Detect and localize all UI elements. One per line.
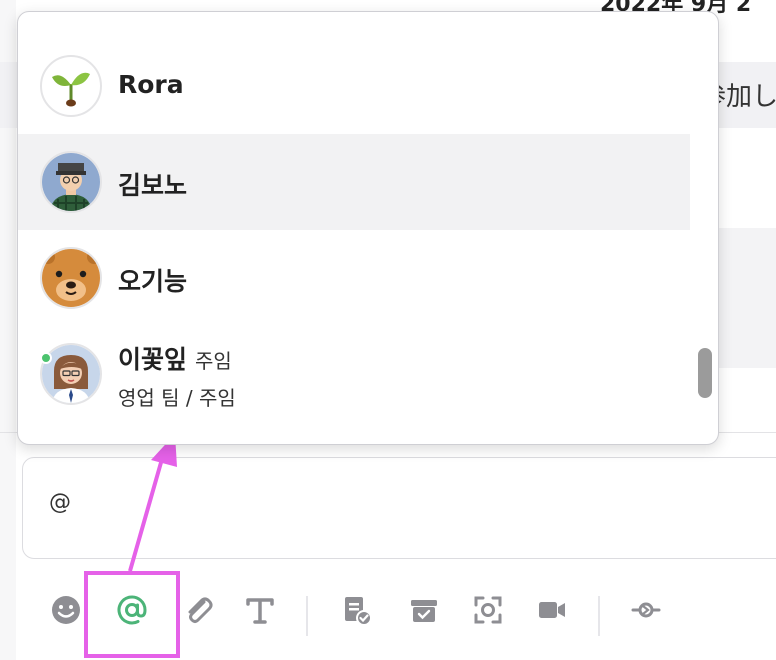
mention-item[interactable]: 김보노 [18, 134, 690, 230]
mention-name: 이꽃잎 주임 [118, 340, 232, 376]
bear-avatar [40, 247, 102, 309]
man-cap-icon [42, 153, 100, 211]
bear-icon [42, 249, 100, 307]
mention-department: 영업 팀 / 주임 [118, 386, 236, 410]
mention-title: 주임 [195, 349, 232, 373]
mention-name: 오기능 [118, 267, 188, 296]
mention-name: 김보노 [118, 171, 188, 200]
mention-item[interactable]: 오기능 [18, 230, 690, 326]
mention-item[interactable]: Rora [18, 38, 690, 134]
mention-name-text: 이꽃잎 [118, 345, 188, 374]
mention-name: Rora [118, 70, 184, 99]
online-status-dot [40, 352, 52, 364]
sprout-avatar [40, 55, 102, 117]
mention-item[interactable]: 이꽃잎 주임 영업 팀 / 주임 [18, 326, 690, 422]
mention-popup: Rora 김보노 오기능 이꽃잎 주임 영업 팀 / 주임 [17, 11, 719, 445]
man-cap-avatar [40, 151, 102, 213]
sprout-icon [52, 72, 90, 107]
popup-scrollbar[interactable] [698, 348, 712, 398]
